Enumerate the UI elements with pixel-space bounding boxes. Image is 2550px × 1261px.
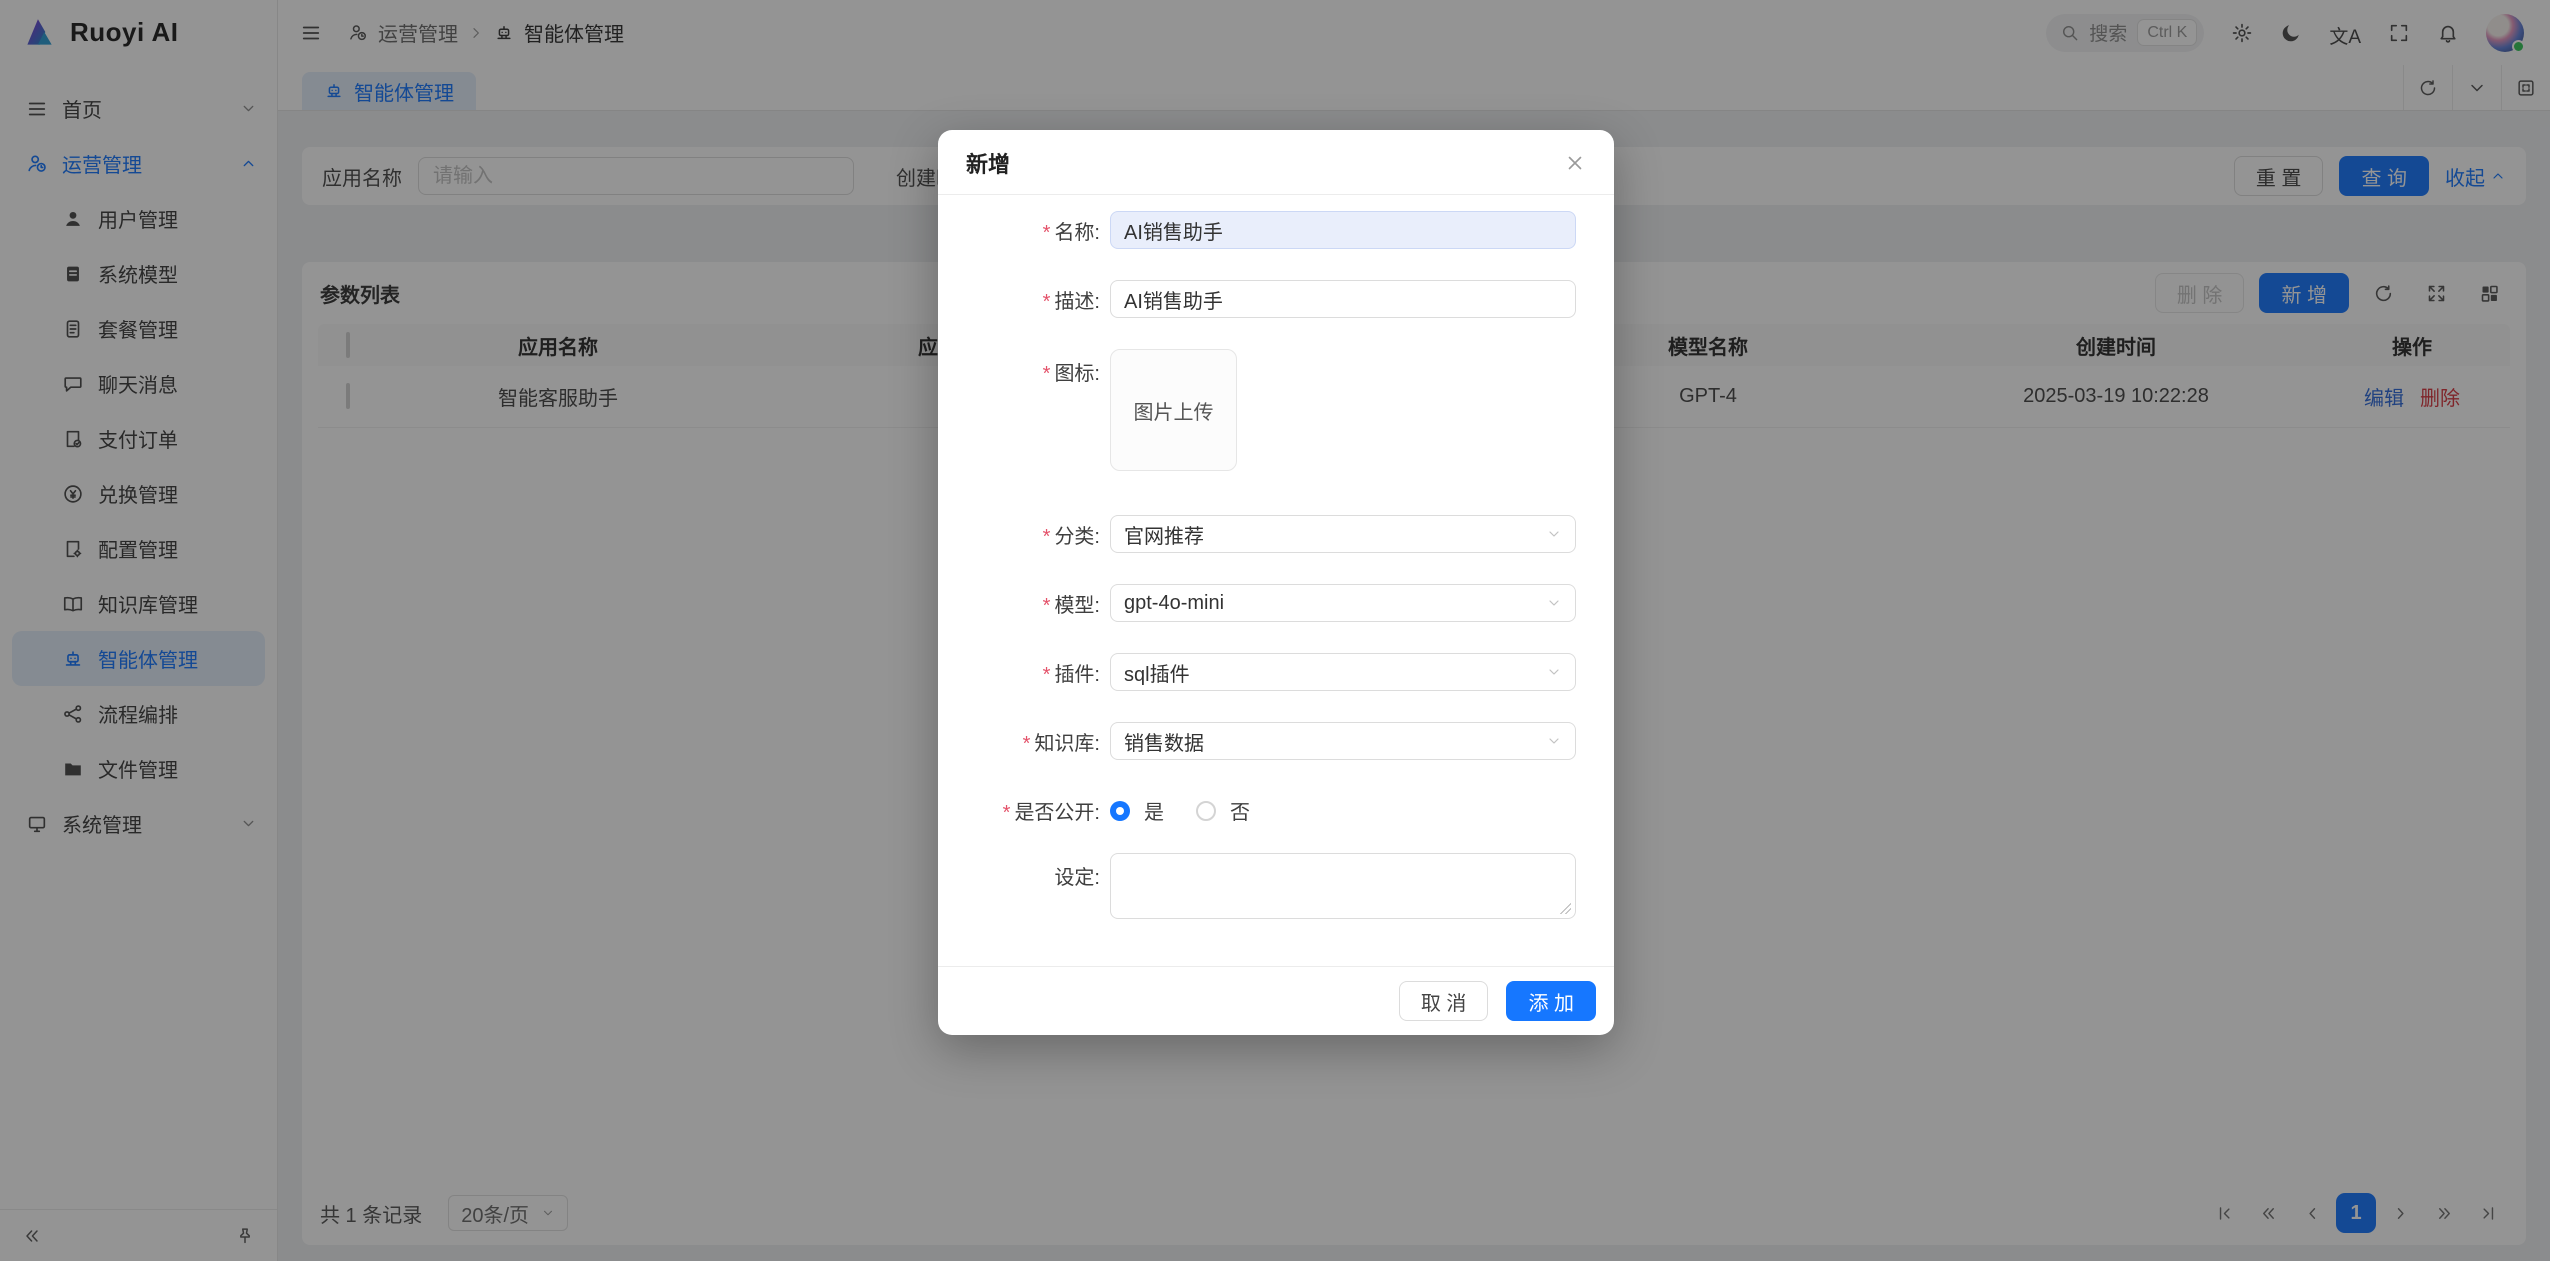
modal-title: 新增 (966, 147, 1010, 179)
name-label: 名称: (1054, 222, 1100, 244)
radio-no[interactable] (1196, 801, 1216, 821)
chevron-down-icon (1546, 664, 1562, 680)
plugin-label: 插件: (1054, 664, 1100, 686)
field-desc: *描述: (938, 280, 1576, 318)
close-icon[interactable] (1564, 152, 1586, 174)
cancel-button[interactable]: 取 消 (1399, 981, 1489, 1021)
name-input[interactable] (1110, 211, 1576, 249)
kb-value: 销售数据 (1124, 727, 1204, 756)
modal-header: 新增 (938, 130, 1614, 195)
field-category: *分类: 官网推荐 (938, 515, 1576, 553)
add-agent-modal: 新增 *名称: *描述: *图标: 图片上传 *分类: 官网推荐 (938, 130, 1614, 1035)
model-select[interactable]: gpt-4o-mini (1110, 584, 1576, 622)
icon-label: 图标: (1054, 363, 1100, 385)
field-icon: *图标: 图片上传 (938, 349, 1576, 471)
setting-textarea[interactable] (1110, 853, 1576, 919)
plugin-value: sql插件 (1124, 658, 1190, 687)
public-radio-group: 是 否 (1110, 796, 1268, 825)
image-upload-box[interactable]: 图片上传 (1110, 349, 1237, 471)
desc-label: 描述: (1054, 291, 1100, 313)
upload-text: 图片上传 (1134, 396, 1214, 425)
desc-input[interactable] (1110, 280, 1576, 318)
modal-footer: 取 消 添 加 (938, 966, 1614, 1035)
model-label: 模型: (1054, 595, 1100, 617)
kb-select[interactable]: 销售数据 (1110, 722, 1576, 760)
model-value: gpt-4o-mini (1124, 592, 1224, 615)
plugin-select[interactable]: sql插件 (1110, 653, 1576, 691)
category-value: 官网推荐 (1124, 520, 1204, 549)
setting-label: 设定: (1054, 867, 1100, 889)
category-label: 分类: (1054, 526, 1100, 548)
kb-label: 知识库: (1034, 733, 1100, 755)
modal-body: *名称: *描述: *图标: 图片上传 *分类: 官网推荐 * 模型: (938, 195, 1614, 966)
field-name: *名称: (938, 211, 1576, 249)
chevron-down-icon (1546, 526, 1562, 542)
radio-yes[interactable] (1110, 801, 1130, 821)
required-marker: * (1043, 222, 1051, 244)
chevron-down-icon (1546, 733, 1562, 749)
radio-no-label: 否 (1230, 796, 1250, 825)
field-public: *是否公开: 是 否 (938, 796, 1576, 825)
field-setting: 设定: (938, 853, 1576, 919)
radio-yes-label: 是 (1144, 796, 1164, 825)
submit-button[interactable]: 添 加 (1506, 981, 1596, 1021)
field-kb: *知识库: 销售数据 (938, 722, 1576, 760)
public-label: 是否公开: (1014, 802, 1100, 824)
chevron-down-icon (1546, 595, 1562, 611)
field-model: *模型: gpt-4o-mini (938, 584, 1576, 622)
category-select[interactable]: 官网推荐 (1110, 515, 1576, 553)
field-plugin: *插件: sql插件 (938, 653, 1576, 691)
